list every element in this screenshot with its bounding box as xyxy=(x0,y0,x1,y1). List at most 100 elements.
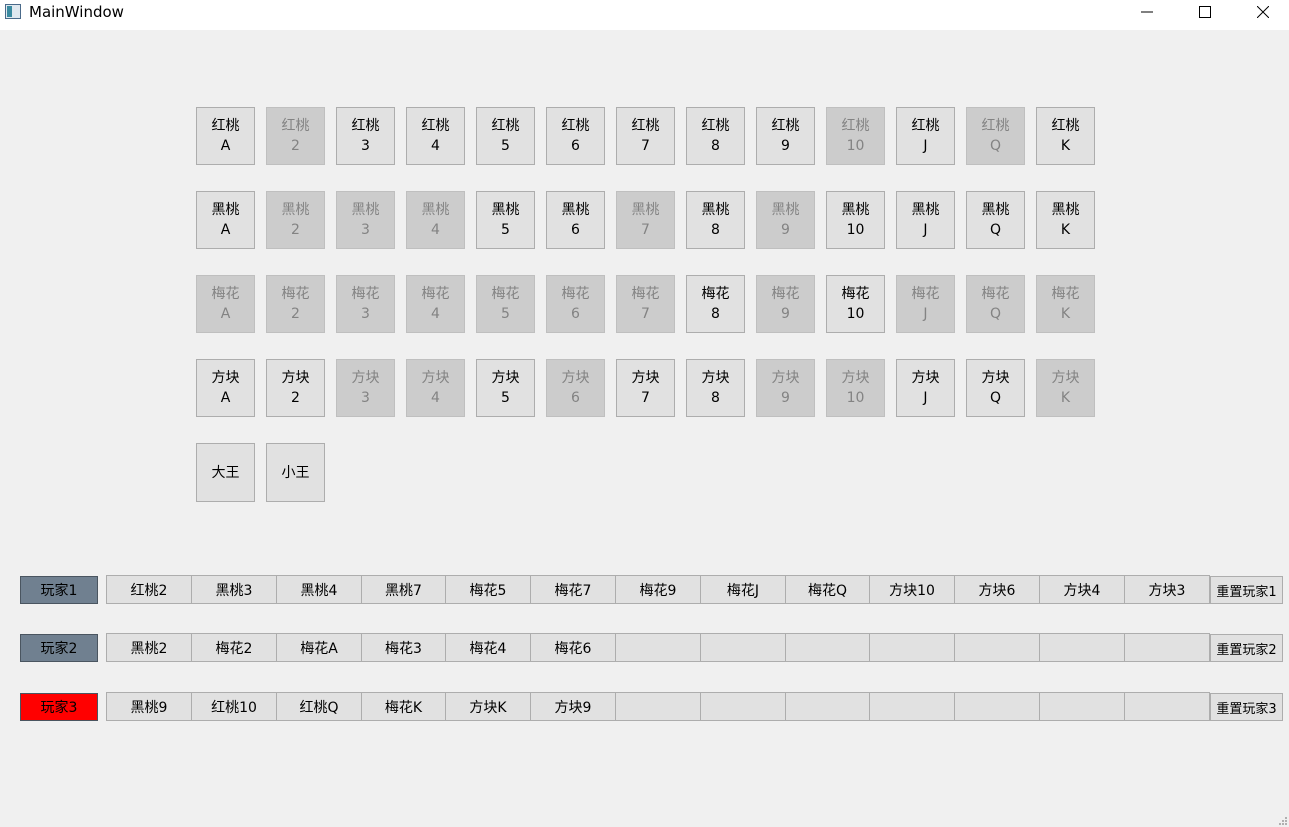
minimize-button[interactable] xyxy=(1118,0,1176,24)
player-1-hand-slot[interactable]: 红桃2 xyxy=(106,575,192,604)
player-3-hand-slot[interactable] xyxy=(1124,692,1210,721)
card-button[interactable]: 梅花 4 xyxy=(406,275,465,333)
card-button[interactable]: 梅花 7 xyxy=(616,275,675,333)
card-button[interactable]: 梅花 Q xyxy=(966,275,1025,333)
player-2-hand-slot[interactable] xyxy=(785,633,870,662)
maximize-button[interactable] xyxy=(1176,0,1234,24)
card-button[interactable]: 黑桃 J xyxy=(896,191,955,249)
card-button[interactable]: 方块 3 xyxy=(336,359,395,417)
player-1-hand-slot[interactable]: 梅花7 xyxy=(530,575,616,604)
player-3-hand-slot[interactable] xyxy=(785,692,870,721)
card-button[interactable]: 梅花 3 xyxy=(336,275,395,333)
card-button[interactable]: 梅花 J xyxy=(896,275,955,333)
player-1-hand-slot[interactable]: 梅花5 xyxy=(445,575,531,604)
card-button[interactable]: 方块 Q xyxy=(966,359,1025,417)
player-1-hand-slot[interactable]: 方块4 xyxy=(1039,575,1125,604)
card-button[interactable]: 方块 J xyxy=(896,359,955,417)
card-button[interactable]: 方块 K xyxy=(1036,359,1095,417)
card-button[interactable]: 黑桃 9 xyxy=(756,191,815,249)
card-button[interactable]: 方块 6 xyxy=(546,359,605,417)
card-button[interactable]: 黑桃 10 xyxy=(826,191,885,249)
close-button[interactable] xyxy=(1234,0,1289,24)
card-button[interactable]: 红桃 2 xyxy=(266,107,325,165)
player-2-hand-slot[interactable] xyxy=(1124,633,1210,662)
card-button[interactable]: 梅花 8 xyxy=(686,275,745,333)
card-button[interactable]: 红桃 K xyxy=(1036,107,1095,165)
player-1-hand-slot[interactable]: 黑桃3 xyxy=(191,575,277,604)
card-button[interactable]: 梅花 6 xyxy=(546,275,605,333)
card-button[interactable]: 红桃 6 xyxy=(546,107,605,165)
card-button[interactable]: 方块 A xyxy=(196,359,255,417)
card-button[interactable]: 梅花 10 xyxy=(826,275,885,333)
player-2-hand-slot[interactable]: 梅花3 xyxy=(361,633,446,662)
card-button[interactable]: 方块 8 xyxy=(686,359,745,417)
card-button[interactable]: 红桃 4 xyxy=(406,107,465,165)
card-button[interactable]: 方块 2 xyxy=(266,359,325,417)
card-button[interactable]: 黑桃 5 xyxy=(476,191,535,249)
player-3-hand-slot[interactable]: 梅花K xyxy=(361,692,446,721)
card-button[interactable]: 黑桃 4 xyxy=(406,191,465,249)
player-3-hand-slot[interactable]: 方块K xyxy=(445,692,531,721)
card-button[interactable]: 红桃 10 xyxy=(826,107,885,165)
player-1-hand-slot[interactable]: 梅花9 xyxy=(615,575,701,604)
player-1-hand-slot[interactable]: 黑桃4 xyxy=(276,575,362,604)
player-2-hand-slot[interactable] xyxy=(700,633,786,662)
player-2-hand-slot[interactable]: 黑桃2 xyxy=(106,633,192,662)
card-button[interactable]: 黑桃 7 xyxy=(616,191,675,249)
card-button[interactable]: 黑桃 A xyxy=(196,191,255,249)
card-button[interactable]: 黑桃 8 xyxy=(686,191,745,249)
player-1-hand-slot[interactable]: 方块3 xyxy=(1124,575,1210,604)
player-3-hand-slot[interactable] xyxy=(700,692,786,721)
big-joker-button[interactable]: 大王 xyxy=(196,443,255,502)
card-button[interactable]: 黑桃 6 xyxy=(546,191,605,249)
player-2-hand-slot[interactable] xyxy=(1039,633,1125,662)
player-2-hand-slot[interactable] xyxy=(869,633,955,662)
player-3-hand-slot[interactable]: 红桃10 xyxy=(191,692,277,721)
reset-player-3-button[interactable]: 重置玩家3 xyxy=(1210,693,1283,721)
card-button[interactable]: 梅花 2 xyxy=(266,275,325,333)
card-button[interactable]: 红桃 A xyxy=(196,107,255,165)
player-1-hand-slot[interactable]: 黑桃7 xyxy=(361,575,446,604)
player-3-hand-slot[interactable] xyxy=(1039,692,1125,721)
player-2-hand-slot[interactable]: 梅花6 xyxy=(530,633,616,662)
card-button[interactable]: 方块 7 xyxy=(616,359,675,417)
player-3-hand-slot[interactable]: 黑桃9 xyxy=(106,692,192,721)
card-button[interactable]: 方块 10 xyxy=(826,359,885,417)
player-1-hand-slot[interactable]: 梅花Q xyxy=(785,575,870,604)
player-3-hand-slot[interactable]: 红桃Q xyxy=(276,692,362,721)
card-button[interactable]: 黑桃 3 xyxy=(336,191,395,249)
card-button[interactable]: 红桃 5 xyxy=(476,107,535,165)
card-button[interactable]: 黑桃 2 xyxy=(266,191,325,249)
card-button[interactable]: 梅花 A xyxy=(196,275,255,333)
reset-player-2-button[interactable]: 重置玩家2 xyxy=(1210,634,1283,662)
resize-grip-icon[interactable] xyxy=(1277,815,1287,825)
player-1-hand-slot[interactable]: 方块10 xyxy=(869,575,955,604)
card-button[interactable]: 红桃 J xyxy=(896,107,955,165)
small-joker-button[interactable]: 小王 xyxy=(266,443,325,502)
player-1-hand-slot[interactable]: 梅花J xyxy=(700,575,786,604)
player-3-hand-slot[interactable] xyxy=(869,692,955,721)
reset-player-1-button[interactable]: 重置玩家1 xyxy=(1210,576,1283,604)
card-button[interactable]: 梅花 5 xyxy=(476,275,535,333)
player-3-hand-slot[interactable]: 方块9 xyxy=(530,692,616,721)
card-button[interactable]: 红桃 8 xyxy=(686,107,745,165)
player-2-hand-slot[interactable]: 梅花2 xyxy=(191,633,277,662)
card-button[interactable]: 黑桃 K xyxy=(1036,191,1095,249)
card-button[interactable]: 红桃 Q xyxy=(966,107,1025,165)
card-button[interactable]: 梅花 9 xyxy=(756,275,815,333)
player-2-hand-slot[interactable]: 梅花4 xyxy=(445,633,531,662)
player-2-hand-slot[interactable]: 梅花A xyxy=(276,633,362,662)
card-button[interactable]: 红桃 3 xyxy=(336,107,395,165)
card-button[interactable]: 梅花 K xyxy=(1036,275,1095,333)
player-3-hand-slot[interactable] xyxy=(954,692,1040,721)
card-button[interactable]: 方块 4 xyxy=(406,359,465,417)
card-button[interactable]: 方块 5 xyxy=(476,359,535,417)
player-2-hand-slot[interactable] xyxy=(954,633,1040,662)
card-button[interactable]: 红桃 9 xyxy=(756,107,815,165)
player-3-hand-slot[interactable] xyxy=(615,692,701,721)
card-button[interactable]: 黑桃 Q xyxy=(966,191,1025,249)
player-1-hand-slot[interactable]: 方块6 xyxy=(954,575,1040,604)
player-2-hand-slot[interactable] xyxy=(615,633,701,662)
card-button[interactable]: 红桃 7 xyxy=(616,107,675,165)
card-button[interactable]: 方块 9 xyxy=(756,359,815,417)
